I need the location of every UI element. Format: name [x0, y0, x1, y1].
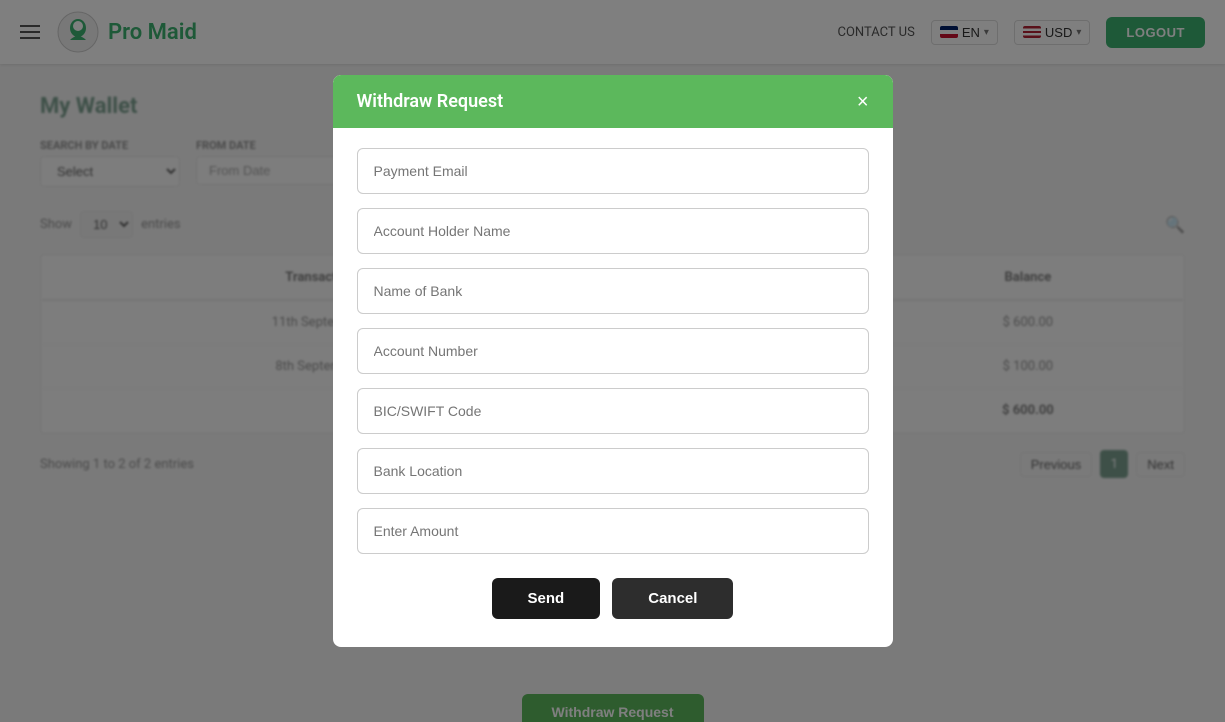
modal-title: Withdraw Request	[357, 91, 504, 112]
account-number-input[interactable]	[357, 328, 869, 374]
enter-amount-input[interactable]	[357, 508, 869, 554]
send-button[interactable]: Send	[492, 578, 601, 619]
modal-close-button[interactable]: ×	[857, 92, 869, 112]
bic-swift-code-input[interactable]	[357, 388, 869, 434]
bank-location-input[interactable]	[357, 448, 869, 494]
modal-body	[333, 128, 893, 578]
modal-footer: Send Cancel	[333, 578, 893, 647]
name-of-bank-input[interactable]	[357, 268, 869, 314]
account-holder-name-input[interactable]	[357, 208, 869, 254]
modal-header: Withdraw Request ×	[333, 75, 893, 128]
cancel-button[interactable]: Cancel	[612, 578, 733, 619]
withdraw-request-modal: Withdraw Request × Send Cancel	[333, 75, 893, 647]
modal-overlay[interactable]: Withdraw Request × Send Cancel	[0, 0, 1225, 722]
payment-email-input[interactable]	[357, 148, 869, 194]
